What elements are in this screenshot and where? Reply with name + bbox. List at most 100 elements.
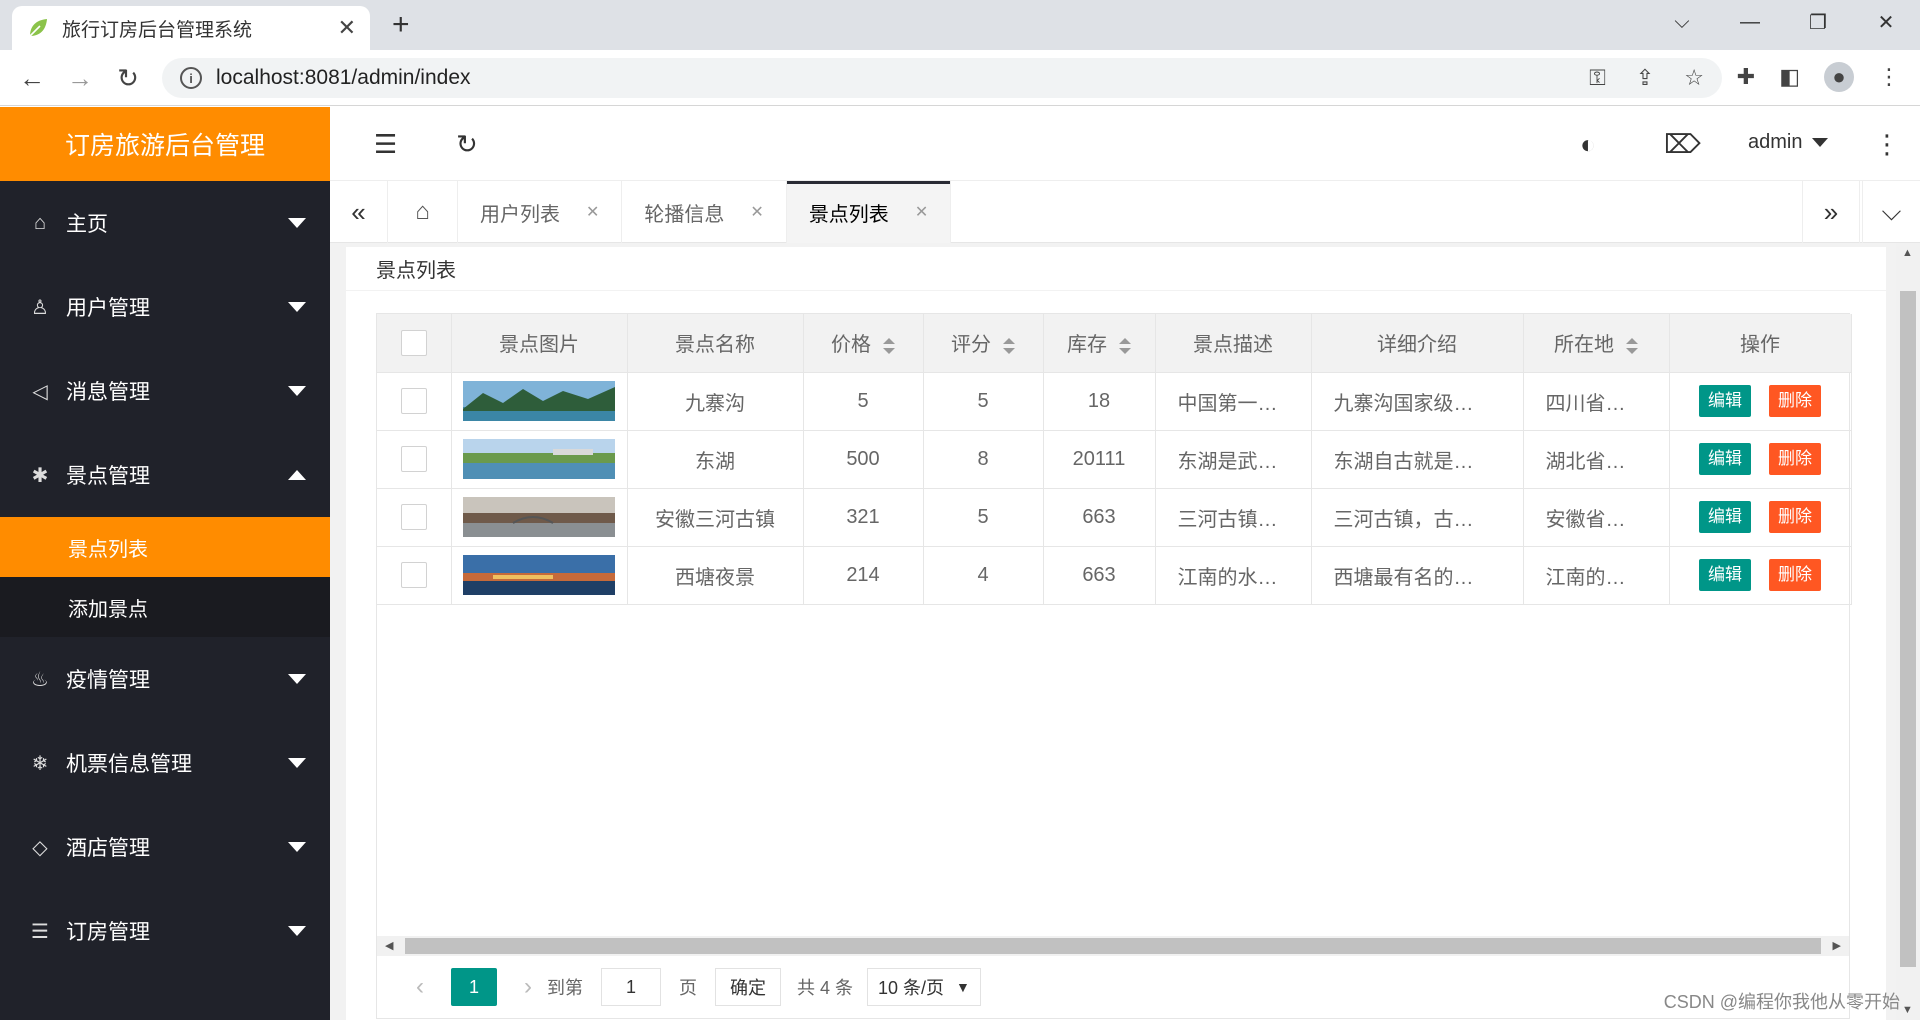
- edit-button[interactable]: 编辑: [1699, 385, 1751, 417]
- scrollbar-thumb[interactable]: [405, 938, 1821, 954]
- browser-menu-icon[interactable]: ⋮: [1878, 64, 1900, 90]
- tab-search-icon[interactable]: ⌵: [1648, 11, 1716, 34]
- tab-user-list[interactable]: 用户列表 ✕: [458, 181, 623, 243]
- speaker-icon: ◁: [32, 380, 48, 403]
- attraction-image[interactable]: [463, 439, 615, 479]
- scroll-up-icon[interactable]: ▲: [1902, 247, 1913, 259]
- bookmark-star-icon[interactable]: ☆: [1684, 65, 1704, 91]
- sidebar-item-hotels[interactable]: ◇ 酒店管理: [0, 805, 330, 889]
- forward-icon[interactable]: →: [64, 62, 96, 94]
- close-icon[interactable]: ✕: [586, 202, 599, 222]
- extensions-puzzle-icon[interactable]: ✚: [1737, 64, 1755, 90]
- goto-confirm-button[interactable]: 确定: [715, 968, 781, 1006]
- url-text[interactable]: localhost:8081/admin/index: [216, 66, 1559, 90]
- scroll-down-icon[interactable]: ▼: [1902, 1004, 1913, 1016]
- row-checkbox[interactable]: [400, 446, 427, 472]
- cell-score: 5: [923, 488, 1044, 547]
- chevron-down-icon: ▼: [956, 979, 970, 995]
- minimize-icon[interactable]: —: [1716, 11, 1784, 34]
- select-all-checkbox[interactable]: [400, 329, 427, 356]
- refresh-icon[interactable]: ↻: [456, 129, 478, 160]
- sidebar-item-bookings[interactable]: ☰ 订房管理: [0, 889, 330, 973]
- attraction-image[interactable]: [463, 555, 615, 595]
- header-stock[interactable]: 库存: [1043, 314, 1156, 373]
- header-location[interactable]: 所在地: [1523, 314, 1670, 373]
- delete-button[interactable]: 删除: [1769, 501, 1821, 533]
- attraction-image[interactable]: [463, 497, 615, 537]
- sidebar-item-flights[interactable]: ❄ 机票信息管理: [0, 721, 330, 805]
- sidebar-subitem-add-attraction[interactable]: 添加景点: [0, 577, 330, 637]
- sidebar-item-messages[interactable]: ◁ 消息管理: [0, 349, 330, 433]
- header-price[interactable]: 价格: [803, 314, 924, 373]
- edit-button[interactable]: 编辑: [1699, 559, 1751, 591]
- content-vertical-scrollbar[interactable]: ▲ ▼: [1896, 243, 1920, 1020]
- close-tab-icon[interactable]: ✕: [338, 15, 356, 41]
- attraction-list-card: 景点列表 景点图片 景点名称 价格 评分 库存 景点描述 详细介绍 所在地 操作…: [346, 247, 1886, 1020]
- key-icon[interactable]: ⚿: [1589, 65, 1606, 91]
- tab-carousel-info[interactable]: 轮播信息 ✕: [622, 181, 787, 243]
- row-checkbox[interactable]: [400, 562, 427, 588]
- sidebar-item-home[interactable]: ⌂ 主页: [0, 181, 330, 265]
- address-bar[interactable]: i localhost:8081/admin/index ⚿ ⇪ ☆: [162, 58, 1722, 98]
- tag-icon[interactable]: ⌦: [1664, 129, 1701, 160]
- sidebar-subitem-attraction-list[interactable]: 景点列表: [0, 517, 330, 577]
- side-panel-icon[interactable]: ◧: [1779, 64, 1800, 90]
- sidebar-item-attractions[interactable]: ✱ 景点管理: [0, 433, 330, 517]
- browser-tab[interactable]: 旅行订房后台管理系统 ✕: [12, 6, 370, 50]
- back-icon[interactable]: ←: [16, 62, 48, 94]
- share-icon[interactable]: ⇪: [1636, 65, 1654, 91]
- delete-button[interactable]: 删除: [1769, 385, 1821, 417]
- sidebar-item-epidemic[interactable]: ♨ 疫情管理: [0, 637, 330, 721]
- app-logo[interactable]: 订房旅游后台管理: [0, 107, 330, 181]
- delete-button[interactable]: 删除: [1769, 559, 1821, 591]
- tab-attraction-list[interactable]: 景点列表 ✕: [786, 181, 952, 243]
- new-tab-button[interactable]: +: [392, 10, 410, 40]
- cell-detail: 西塘最有名的…: [1311, 546, 1524, 605]
- more-menu-icon[interactable]: ⋮: [1874, 129, 1900, 160]
- browser-toolbar: ← → ↻ i localhost:8081/admin/index ⚿ ⇪ ☆…: [0, 50, 1920, 106]
- table-horizontal-scrollbar[interactable]: ◀ ▶: [377, 936, 1849, 956]
- tabs-dropdown-icon[interactable]: ⌵: [1862, 181, 1920, 243]
- goto-page-input[interactable]: [601, 968, 661, 1006]
- cell-location: 四川省…: [1523, 372, 1670, 431]
- header-score[interactable]: 评分: [923, 314, 1044, 373]
- tab-home[interactable]: ⌂: [388, 181, 458, 243]
- cell-name: 九寨沟: [627, 372, 804, 431]
- theme-palette-icon[interactable]: ◐: [1580, 129, 1596, 160]
- site-info-icon[interactable]: i: [180, 67, 202, 89]
- attraction-image[interactable]: [463, 381, 615, 421]
- caret-down-icon: [288, 386, 306, 396]
- page-size-select[interactable]: 10 条/页 ▼: [867, 968, 981, 1006]
- prev-page-icon[interactable]: ‹: [401, 973, 439, 1001]
- scrollbar-thumb[interactable]: [1900, 291, 1916, 967]
- profile-avatar-icon[interactable]: ●: [1824, 62, 1854, 92]
- restore-icon[interactable]: ❐: [1784, 10, 1852, 35]
- sort-icon[interactable]: [1003, 337, 1015, 354]
- sort-icon[interactable]: [1626, 337, 1638, 354]
- sort-icon[interactable]: [883, 337, 895, 354]
- reload-icon[interactable]: ↻: [112, 62, 144, 94]
- next-page-icon[interactable]: ›: [509, 973, 547, 1001]
- admin-user-menu[interactable]: admin: [1748, 131, 1829, 154]
- admin-app: 订房旅游后台管理 ⌂ 主页 ♙ 用户管理 ◁ 消息管理 ✱ 景点管理 景点列表 …: [0, 107, 1920, 1020]
- edit-button[interactable]: 编辑: [1699, 501, 1751, 533]
- cell-price: 321: [803, 488, 924, 547]
- row-checkbox[interactable]: [400, 504, 427, 530]
- scroll-left-icon[interactable]: ◀: [385, 939, 393, 952]
- close-icon[interactable]: ✕: [750, 202, 763, 222]
- close-icon[interactable]: ✕: [915, 202, 928, 222]
- tabs-scroll-left-icon[interactable]: «: [330, 181, 388, 243]
- row-checkbox[interactable]: [400, 388, 427, 414]
- cell-actions: 编辑 删除: [1669, 430, 1852, 489]
- header-stock-label: 库存: [1067, 334, 1107, 357]
- tabs-scroll-right-icon[interactable]: »: [1802, 181, 1860, 243]
- cell-score: 4: [923, 546, 1044, 605]
- delete-button[interactable]: 删除: [1769, 443, 1821, 475]
- edit-button[interactable]: 编辑: [1699, 443, 1751, 475]
- sidebar-item-users[interactable]: ♙ 用户管理: [0, 265, 330, 349]
- collapse-menu-icon[interactable]: ☰: [374, 129, 397, 160]
- sort-icon[interactable]: [1119, 337, 1131, 354]
- page-number-current[interactable]: 1: [451, 968, 497, 1006]
- window-close-icon[interactable]: ✕: [1852, 10, 1920, 35]
- scroll-right-icon[interactable]: ▶: [1833, 939, 1841, 952]
